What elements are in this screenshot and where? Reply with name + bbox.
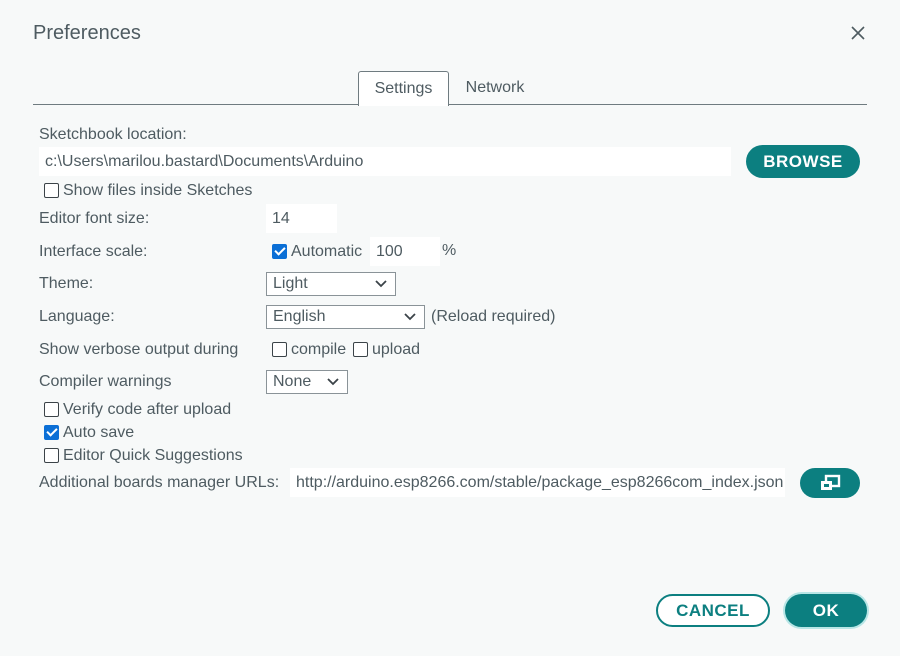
preferences-dialog: Preferences Settings Network Sketchbook … bbox=[0, 0, 900, 656]
chevron-down-icon bbox=[327, 378, 339, 386]
browse-button[interactable]: BROWSE bbox=[746, 145, 860, 178]
reload-required-note: (Reload required) bbox=[431, 308, 556, 325]
quick-suggestions-label: Editor Quick Suggestions bbox=[63, 447, 243, 464]
theme-select-value: Light bbox=[273, 275, 308, 292]
boards-manager-urls-label: Additional boards manager URLs: bbox=[39, 474, 280, 491]
tab-settings[interactable]: Settings bbox=[358, 71, 449, 106]
quick-suggestions-checkbox[interactable] bbox=[44, 448, 59, 463]
upload-label: upload bbox=[372, 341, 421, 358]
language-label: Language: bbox=[39, 308, 115, 325]
auto-save-label: Auto save bbox=[63, 424, 135, 441]
compile-checkbox[interactable] bbox=[272, 342, 287, 357]
upload-checkbox[interactable] bbox=[353, 342, 368, 357]
sketchbook-location-input[interactable]: c:\Users\marilou.bastard\Documents\Ardui… bbox=[39, 147, 731, 176]
boards-manager-urls-input[interactable]: http://arduino.esp8266.com/stable/packag… bbox=[290, 468, 785, 497]
automatic-scale-label: Automatic bbox=[291, 243, 363, 260]
chevron-down-icon bbox=[375, 280, 387, 288]
chevron-down-icon bbox=[404, 313, 416, 321]
theme-label: Theme: bbox=[39, 275, 94, 292]
ok-button[interactable]: OK bbox=[785, 594, 867, 627]
compiler-warnings-select[interactable]: None bbox=[266, 370, 348, 394]
auto-save-checkbox[interactable] bbox=[44, 425, 59, 440]
language-select[interactable]: English bbox=[266, 305, 425, 329]
cancel-button[interactable]: CANCEL bbox=[656, 594, 770, 627]
scale-percent-label: % bbox=[442, 242, 457, 259]
interface-scale-label: Interface scale: bbox=[39, 243, 148, 260]
verify-after-upload-checkbox[interactable] bbox=[44, 402, 59, 417]
language-select-value: English bbox=[273, 308, 326, 325]
tabs-divider bbox=[33, 104, 867, 105]
automatic-scale-checkbox[interactable] bbox=[272, 244, 287, 259]
compiler-warnings-value: None bbox=[273, 373, 312, 390]
theme-select[interactable]: Light bbox=[266, 272, 396, 296]
compiler-warnings-label: Compiler warnings bbox=[39, 373, 172, 390]
dialog-title: Preferences bbox=[33, 22, 141, 44]
editor-font-size-label: Editor font size: bbox=[39, 210, 150, 227]
open-window-icon bbox=[821, 474, 841, 490]
interface-scale-input[interactable]: 100 bbox=[370, 237, 440, 266]
close-icon[interactable] bbox=[847, 22, 869, 44]
compile-label: compile bbox=[291, 341, 347, 358]
editor-font-size-input[interactable]: 14 bbox=[266, 204, 337, 233]
show-files-label: Show files inside Sketches bbox=[63, 182, 253, 199]
show-files-checkbox[interactable] bbox=[44, 183, 59, 198]
tab-network[interactable]: Network bbox=[452, 71, 538, 105]
open-urls-editor-button[interactable] bbox=[800, 468, 860, 498]
verbose-output-label: Show verbose output during bbox=[39, 341, 239, 358]
sketchbook-location-label: Sketchbook location: bbox=[39, 126, 187, 143]
verify-after-upload-label: Verify code after upload bbox=[63, 401, 232, 418]
